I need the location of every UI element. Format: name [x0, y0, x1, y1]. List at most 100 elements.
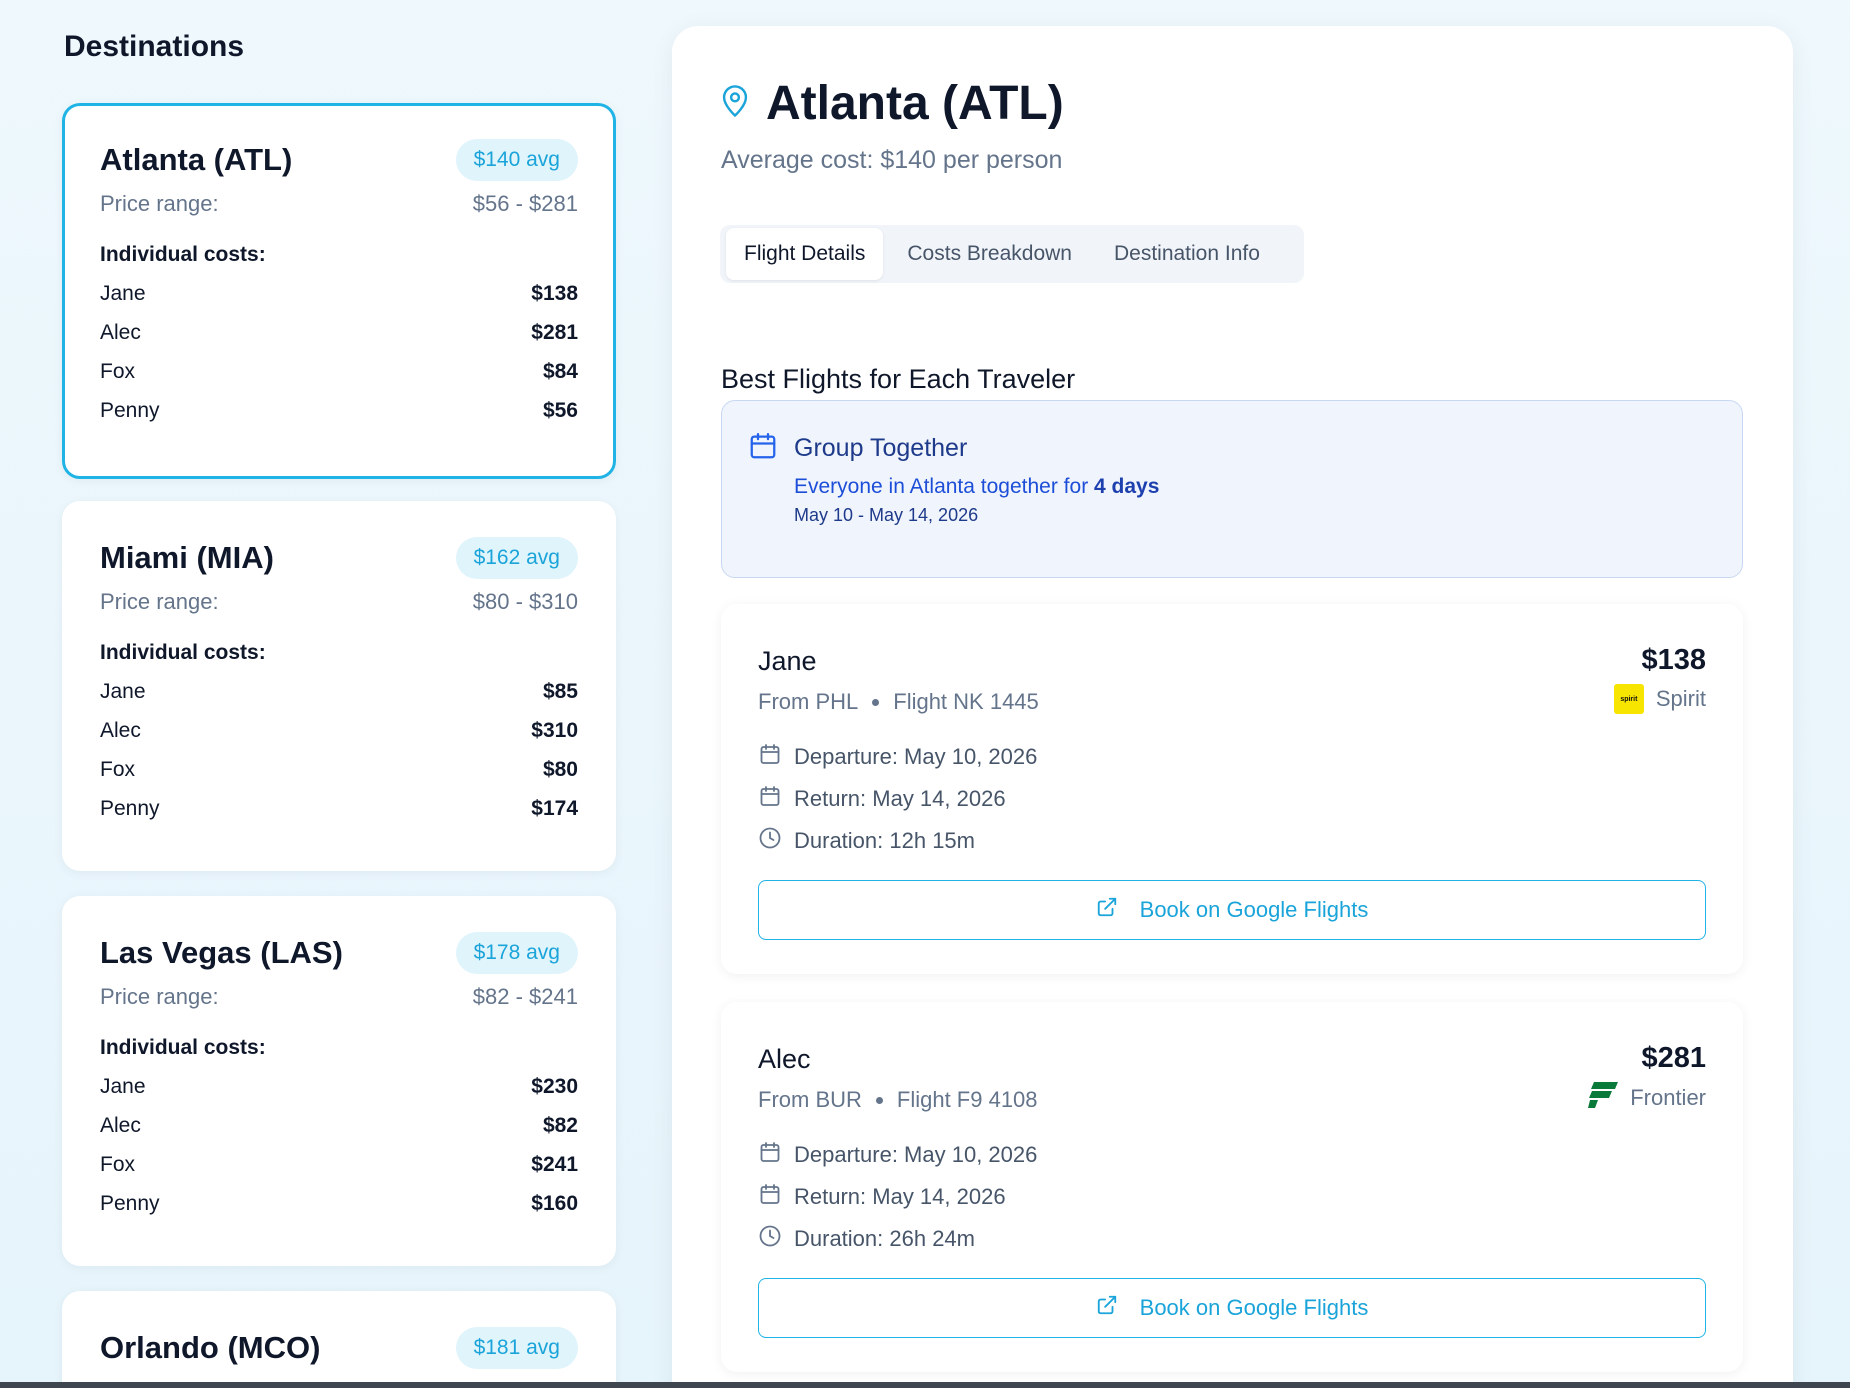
price-range-label: Price range: [100, 191, 219, 216]
duration-text: Duration: 26h 24m [794, 1226, 975, 1251]
destination-name: Orlando (MCO) [100, 1330, 321, 1365]
traveler-name: Jane [100, 680, 146, 703]
traveler-cost: $310 [531, 719, 578, 742]
traveler-name: Penny [100, 797, 160, 820]
traveler-name: Penny [100, 1192, 160, 1215]
separator-dot [875, 1096, 883, 1104]
avg-badge: $181 avg [455, 1327, 578, 1369]
cost-row: Penny $174 [100, 796, 578, 821]
sidebar-title: Destinations [64, 30, 245, 63]
cost-row: Penny $160 [100, 1191, 578, 1216]
destination-detail-panel: Atlanta (ATL) Average cost: $140 per per… [672, 26, 1793, 1388]
traveler-name: Fox [100, 758, 136, 781]
destination-title: Atlanta (ATL) [766, 77, 1064, 130]
departure-text: Departure: May 10, 2026 [794, 1142, 1038, 1167]
traveler-card-alec: Alec From BUR Flight F9 4108 $281 Fronti… [721, 1002, 1743, 1372]
tab-flight-details[interactable]: Flight Details [726, 228, 884, 280]
price-range-value: $80 - $310 [472, 589, 578, 614]
origin-airport: From BUR [758, 1087, 862, 1112]
return-line: Return: May 14, 2026 [758, 1182, 1006, 1212]
group-text: Everyone in Atlanta together for 4 days [794, 475, 1159, 499]
tab-destination-info[interactable]: Destination Info [1096, 228, 1278, 280]
destination-card-atlanta[interactable]: Atlanta (ATL) $140 avg Price range: $56 … [62, 103, 616, 479]
airline: spirit Spirit [1613, 684, 1706, 714]
frontier-logo-icon [1588, 1082, 1619, 1114]
price-range-label: Price range: [100, 589, 219, 614]
tab-costs-breakdown[interactable]: Costs Breakdown [889, 228, 1090, 280]
traveler-name: Fox [100, 1153, 136, 1176]
calendar-icon [758, 742, 782, 772]
traveler-name: Jane [100, 1075, 146, 1098]
flight-number: Flight F9 4108 [896, 1087, 1038, 1112]
duration-text: Duration: 12h 15m [794, 828, 975, 853]
traveler-name: Penny [100, 399, 160, 422]
cost-row: Fox $241 [100, 1152, 578, 1177]
departure-line: Departure: May 10, 2026 [758, 1140, 1037, 1170]
avg-badge: $140 avg [455, 139, 578, 181]
group-together-box: Group Together Everyone in Atlanta toget… [721, 400, 1743, 578]
traveler-cost: $160 [531, 1192, 578, 1215]
book-google-flights-button[interactable]: Book on Google Flights [758, 880, 1706, 940]
destination-card-las-vegas[interactable]: Las Vegas (LAS) $178 avg Price range: $8… [62, 896, 616, 1266]
cost-row: Jane $85 [100, 679, 578, 704]
individual-costs-label: Individual costs: [100, 641, 266, 664]
cost-row: Fox $80 [100, 757, 578, 782]
airline-name: Frontier [1630, 1085, 1706, 1110]
book-button-label: Book on Google Flights [1139, 1295, 1369, 1320]
departure-line: Departure: May 10, 2026 [758, 742, 1037, 772]
book-google-flights-button[interactable]: Book on Google Flights [758, 1278, 1706, 1338]
traveler-cost: $80 [542, 758, 578, 781]
cost-row: Penny $56 [100, 398, 578, 423]
traveler-cost: $230 [531, 1075, 578, 1098]
cost-row: Jane $138 [100, 281, 578, 306]
traveler-name: Jane [758, 646, 817, 676]
traveler-name: Alec [758, 1044, 811, 1074]
group-text-prefix: Everyone in Atlanta together for [794, 475, 1095, 498]
external-link-icon [1096, 1294, 1118, 1322]
traveler-cost: $281 [531, 321, 578, 344]
price-range-value: $56 - $281 [472, 191, 578, 216]
book-button-label: Book on Google Flights [1139, 897, 1369, 922]
traveler-name: Alec [100, 321, 141, 344]
spirit-logo-icon: spirit [1613, 684, 1644, 714]
destination-name: Miami (MIA) [100, 540, 274, 575]
calendar-icon [758, 1182, 782, 1212]
traveler-cost: $84 [542, 360, 578, 383]
traveler-cost: $82 [542, 1114, 578, 1137]
cost-row: Alec $310 [100, 718, 578, 743]
cost-row: Jane $230 [100, 1074, 578, 1099]
calendar-icon [758, 784, 782, 814]
flight-number: Flight NK 1445 [893, 689, 1039, 714]
average-cost-text: Average cost: $140 per person [721, 146, 1063, 174]
price-range-value: $82 - $241 [472, 984, 578, 1009]
map-pin-icon [720, 84, 750, 123]
traveler-cost: $85 [542, 680, 578, 703]
group-dates: May 10 - May 14, 2026 [794, 505, 979, 525]
return-line: Return: May 14, 2026 [758, 784, 1006, 814]
flight-price: $281 [1641, 1042, 1706, 1074]
cost-row: Fox $84 [100, 359, 578, 384]
clock-icon [758, 1224, 782, 1254]
airline-name: Spirit [1655, 686, 1706, 711]
traveler-card-jane: Jane From PHL Flight NK 1445 $138 spirit… [721, 604, 1743, 974]
traveler-cost: $174 [531, 797, 578, 820]
destination-card-orlando[interactable]: Orlando (MCO) $181 avg [62, 1291, 616, 1388]
airline: Frontier [1588, 1082, 1706, 1114]
detail-header: Atlanta (ATL) [720, 76, 1064, 131]
separator-dot [872, 698, 880, 706]
destination-card-miami[interactable]: Miami (MIA) $162 avg Price range: $80 - … [62, 501, 616, 871]
group-days: 4 days [1094, 475, 1160, 498]
individual-costs-label: Individual costs: [100, 243, 266, 266]
traveler-name: Fox [100, 360, 136, 383]
traveler-name: Alec [100, 1114, 141, 1137]
flight-origin-line: From PHL Flight NK 1445 [758, 689, 1039, 715]
section-title: Best Flights for Each Traveler [721, 364, 1076, 394]
duration-line: Duration: 12h 15m [758, 826, 975, 856]
clock-icon [758, 826, 782, 856]
individual-costs-label: Individual costs: [100, 1036, 266, 1059]
flight-origin-line: From BUR Flight F9 4108 [758, 1087, 1038, 1113]
destination-name: Las Vegas (LAS) [100, 935, 343, 970]
traveler-name: Jane [100, 282, 146, 305]
avg-badge: $178 avg [455, 932, 578, 974]
traveler-cost: $56 [542, 399, 578, 422]
